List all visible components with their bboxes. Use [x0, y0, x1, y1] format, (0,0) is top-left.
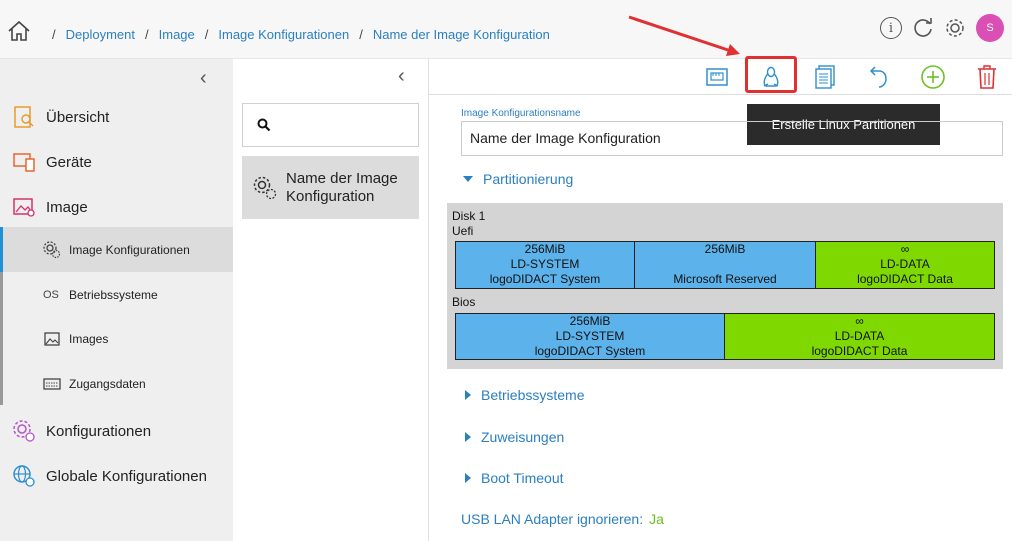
- images-icon: [44, 331, 60, 346]
- breadcrumb: / Deployment / Image / Image Konfigurati…: [52, 27, 550, 42]
- uefi-label: Uefi: [452, 224, 474, 238]
- disk-title: Disk 1: [452, 209, 486, 223]
- configurations-icon: [13, 420, 35, 442]
- partition-bios-data[interactable]: ∞ LD-DATA logoDIDACT Data: [725, 314, 994, 359]
- overview-icon: [14, 106, 34, 128]
- partition-uefi-data[interactable]: ∞ LD-DATA logoDIDACT Data: [816, 242, 994, 288]
- undo-button[interactable]: [865, 63, 893, 91]
- chevron-right-icon: [465, 473, 471, 483]
- sidebar-subitem-images[interactable]: Images: [0, 316, 233, 361]
- partition-uefi-msr[interactable]: 256MiB Microsoft Reserved: [635, 242, 816, 288]
- highlight-box: [745, 56, 797, 93]
- search-icon: [257, 118, 271, 132]
- network-button[interactable]: [703, 63, 731, 91]
- config-list-panel: ‹ Name der Image Konfiguration: [233, 59, 429, 541]
- credentials-icon: [43, 377, 61, 390]
- sidebar-item-overview[interactable]: Übersicht: [0, 105, 233, 129]
- add-icon: [921, 65, 945, 89]
- document-button[interactable]: [811, 63, 839, 91]
- global-configurations-icon: [13, 465, 35, 487]
- toolbar: [429, 59, 1012, 95]
- delete-button[interactable]: [973, 63, 1001, 91]
- document-icon: [815, 65, 835, 89]
- name-field-label: Image Konfigurationsname: [461, 108, 581, 119]
- section-operating-systems[interactable]: Betriebssysteme: [461, 387, 584, 403]
- partition-uefi-system[interactable]: 256MiB LD-SYSTEM logoDIDACT System: [456, 242, 635, 288]
- chevron-right-icon: [465, 390, 471, 400]
- delete-icon: [978, 65, 996, 89]
- collapse-sidebar-icon[interactable]: ‹: [200, 67, 207, 90]
- sidebar-subitem-os[interactable]: OS Betriebssysteme: [0, 272, 233, 317]
- search-input[interactable]: [242, 103, 419, 147]
- gear-icon[interactable]: [944, 17, 966, 39]
- devices-icon: [13, 153, 35, 172]
- breadcrumb-image-configurations[interactable]: Image Konfigurationen: [218, 27, 349, 42]
- back-icon[interactable]: ‹: [398, 65, 405, 88]
- section-boot-timeout[interactable]: Boot Timeout: [461, 470, 564, 486]
- sidebar-item-devices[interactable]: Geräte: [0, 150, 233, 174]
- bios-label: Bios: [452, 295, 476, 309]
- refresh-icon[interactable]: [912, 17, 934, 39]
- breadcrumb-current[interactable]: Name der Image Konfiguration: [373, 27, 550, 42]
- list-item-label: Name der Image Konfiguration: [286, 169, 398, 205]
- top-actions: i S: [880, 14, 1004, 42]
- sidebar-item-configurations[interactable]: Konfigurationen: [0, 419, 233, 443]
- network-icon: [706, 68, 728, 86]
- avatar[interactable]: S: [976, 14, 1004, 42]
- breadcrumb-image[interactable]: Image: [159, 27, 195, 42]
- name-field[interactable]: Name der Image Konfiguration: [461, 121, 1003, 156]
- disk-layout: Disk 1 Uefi 256MiB LD-SYSTEM logoDIDACT …: [447, 203, 1003, 369]
- usb-lan-value: Ja: [649, 511, 664, 527]
- gears-icon: [253, 176, 277, 199]
- bios-partitions: 256MiB LD-SYSTEM logoDIDACT System ∞ LD-…: [455, 313, 995, 360]
- chevron-down-icon: [463, 176, 473, 182]
- section-assignments[interactable]: Zuweisungen: [461, 429, 564, 445]
- usb-lan-label: USB LAN Adapter ignorieren:: [461, 511, 644, 527]
- section-partitioning[interactable]: Partitionierung: [461, 171, 573, 187]
- sidebar-subitem-image-configurations[interactable]: Image Konfigurationen: [0, 227, 233, 272]
- breadcrumb-deployment[interactable]: Deployment: [66, 27, 135, 42]
- chevron-right-icon: [465, 432, 471, 442]
- add-button[interactable]: [919, 63, 947, 91]
- sidebar-item-global-configurations[interactable]: Globale Konfigurationen: [0, 464, 233, 488]
- partition-bios-system[interactable]: 256MiB LD-SYSTEM logoDIDACT System: [456, 314, 725, 359]
- top-bar: / Deployment / Image / Image Konfigurati…: [0, 0, 1012, 59]
- list-item-image-configuration[interactable]: Name der Image Konfiguration: [242, 156, 419, 219]
- usb-lan-setting: USB LAN Adapter ignorieren: Ja: [461, 511, 664, 527]
- info-icon[interactable]: i: [880, 17, 902, 39]
- annotation-arrow: [628, 15, 740, 56]
- uefi-partitions: 256MiB LD-SYSTEM logoDIDACT System 256Mi…: [455, 241, 995, 289]
- sidebar-item-image[interactable]: Image: [0, 195, 233, 219]
- home-icon[interactable]: [7, 20, 31, 42]
- image-icon: [13, 198, 35, 217]
- os-icon: OS: [43, 288, 59, 301]
- gears-icon: [43, 240, 61, 258]
- sidebar-subitem-credentials[interactable]: Zugangsdaten: [0, 361, 233, 406]
- undo-icon: [869, 66, 887, 88]
- sidebar: ‹ Übersicht Geräte Image Image Konfigura: [0, 59, 233, 541]
